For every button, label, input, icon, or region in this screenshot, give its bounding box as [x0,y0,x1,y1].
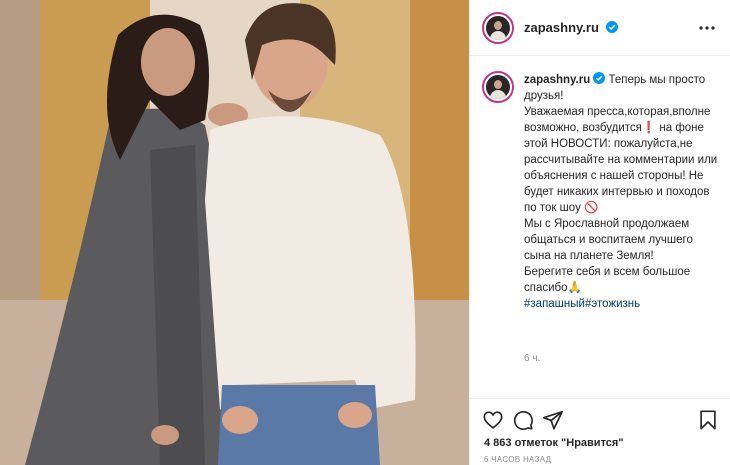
caption-time[interactable]: 6 ч. [524,353,540,364]
caption-hashtags: #запашный#этожизнь [524,296,720,312]
comment-icon[interactable] [512,409,534,431]
author-username[interactable]: zapashny.ru [524,20,618,35]
comments-section: zapashny.ru Теперь мы просто друзья! Ува… [470,57,730,397]
verified-badge-icon [605,21,618,33]
verified-badge-icon [593,72,606,84]
likes-count[interactable]: 4 863 отметок "Нравится" [484,437,624,449]
caption-username[interactable]: zapashny.ru [524,74,590,86]
author-username-text[interactable]: zapashny.ru [524,20,599,35]
author-avatar[interactable] [482,12,514,44]
caption-first-line: zapashny.ru Теперь мы просто друзья! [524,72,720,104]
post-photo[interactable] [0,0,469,465]
hashtag-link[interactable]: #запашный [524,298,585,310]
more-icon[interactable] [697,18,717,38]
bookmark-icon[interactable] [697,409,719,431]
post-actions: 4 863 отметок "Нравится" 6 часов назад [470,398,730,465]
caption-line-3: Мы с Ярославной продолжаем общаться и во… [524,218,693,262]
caption-line-4: Берегите себя и всем большое спасибо🙏 [524,266,691,294]
post-photo-image [0,0,469,465]
heart-icon[interactable] [482,409,504,431]
post-timestamp[interactable]: 6 часов назад [484,455,551,464]
post-header: zapashny.ru [470,0,730,56]
caption-author-avatar[interactable] [482,71,514,103]
hashtag-link[interactable]: #этожизнь [585,298,640,310]
share-icon[interactable] [542,409,564,431]
post-caption: zapashny.ru Теперь мы просто друзья! Ува… [524,72,720,312]
caption-line-2: Уважаемая пресса,которая,вполне возможно… [524,106,718,214]
post-side-panel: zapashny.ru zapashny.ru Теперь мы просто… [469,0,730,465]
